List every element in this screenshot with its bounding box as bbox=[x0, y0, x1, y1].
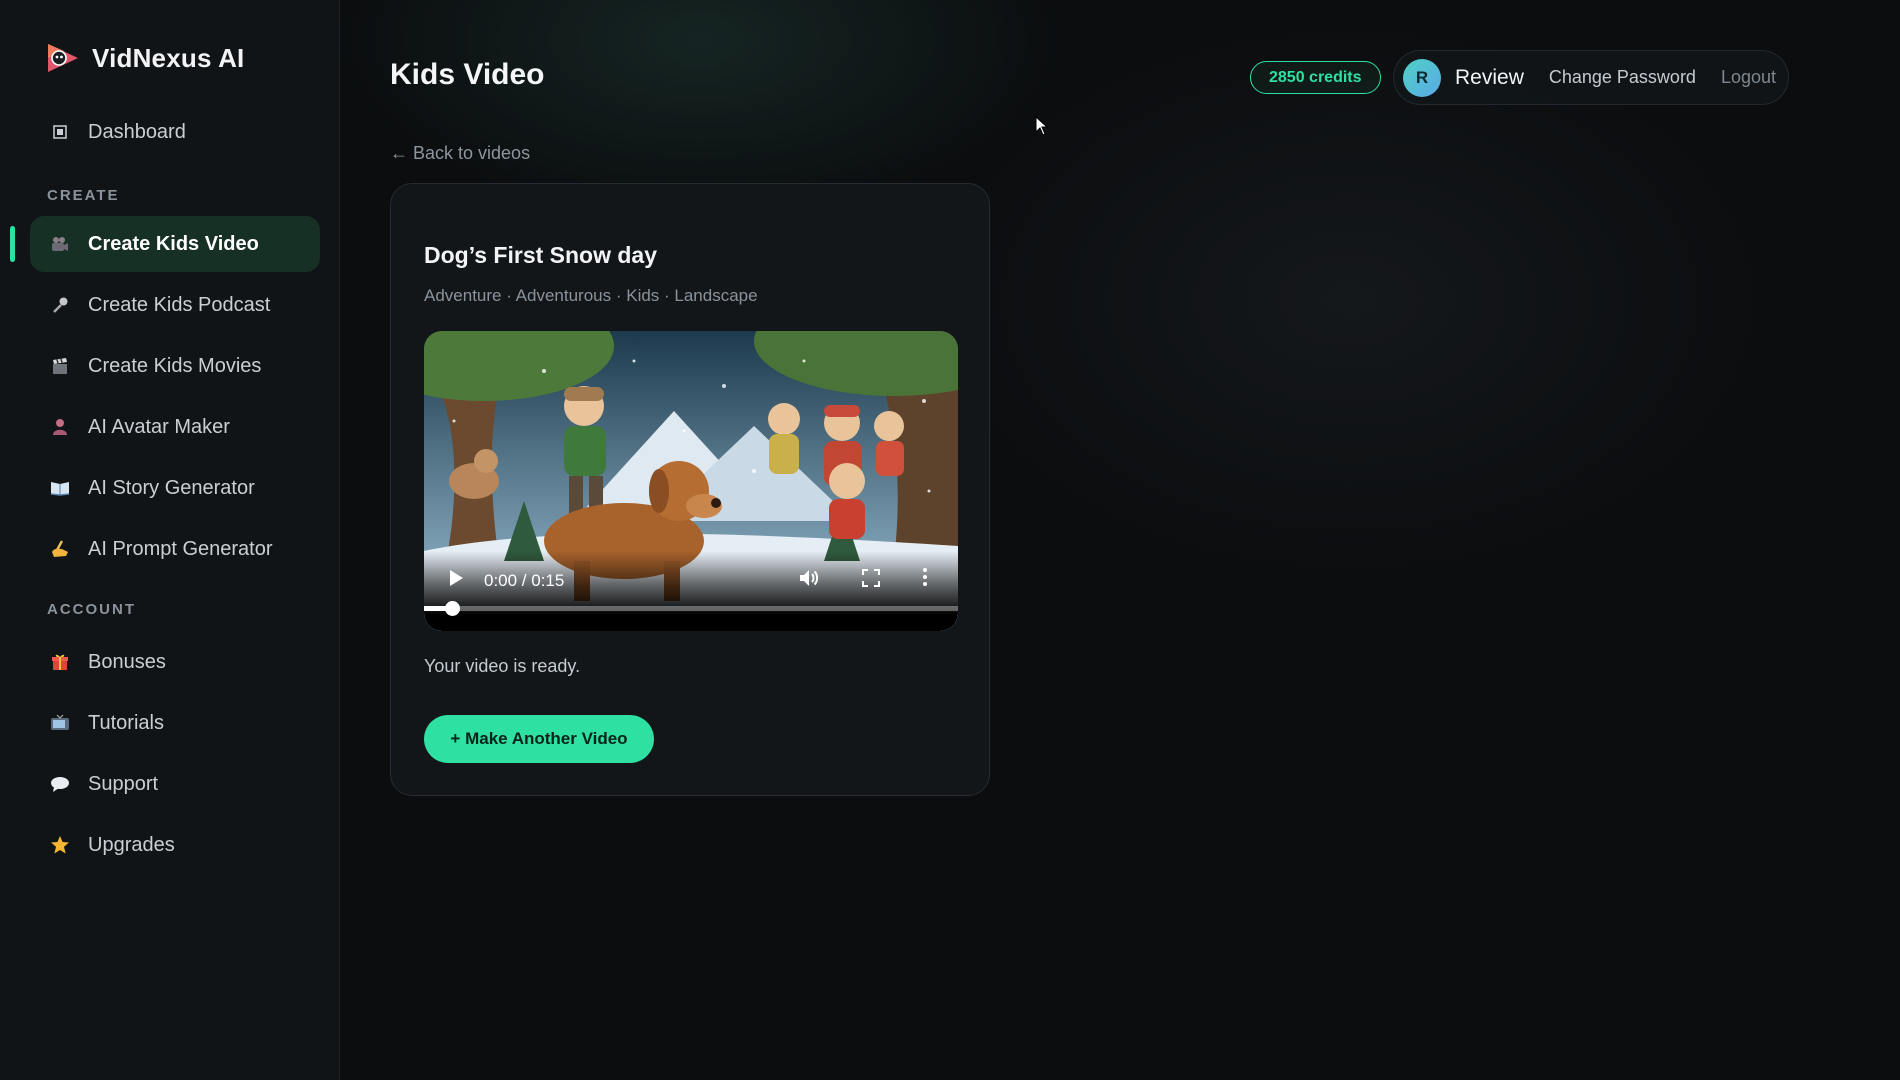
tv-icon bbox=[50, 713, 70, 733]
sidebar-item-create-kids-movies[interactable]: Create Kids Movies bbox=[30, 338, 320, 394]
sidebar-item-create-kids-video[interactable]: Create Kids Video bbox=[30, 216, 320, 272]
change-password-link[interactable]: Change Password bbox=[1549, 67, 1696, 88]
star-icon bbox=[50, 835, 70, 855]
sidebar-item-tutorials[interactable]: Tutorials bbox=[30, 695, 320, 751]
volume-icon[interactable] bbox=[798, 567, 820, 594]
sidebar-item-label: AI Avatar Maker bbox=[88, 415, 230, 438]
sidebar-item-create-kids-podcast[interactable]: Create Kids Podcast bbox=[30, 277, 320, 333]
user-menu: R Review Change Password Logout bbox=[1393, 50, 1789, 105]
person-icon bbox=[50, 417, 70, 437]
video-title: Dog’s First Snow day bbox=[424, 242, 658, 268]
clapper-icon bbox=[50, 356, 70, 376]
sidebar-item-ai-prompt-generator[interactable]: AI Prompt Generator bbox=[30, 521, 320, 577]
logo-icon bbox=[44, 40, 80, 76]
book-icon bbox=[50, 478, 70, 498]
sidebar-item-label: Create Kids Movies bbox=[88, 354, 262, 377]
back-to-videos-link[interactable]: ← Back to videos bbox=[390, 143, 530, 164]
brand-name: VidNexus AI bbox=[92, 42, 245, 73]
video-status: Your video is ready. bbox=[424, 656, 581, 676]
sidebar-item-label: Dashboard bbox=[88, 120, 186, 143]
sidebar-item-support[interactable]: Support bbox=[30, 756, 320, 812]
sidebar-item-upgrades[interactable]: Upgrades bbox=[30, 817, 320, 873]
sidebar-item-label: Bonuses bbox=[88, 650, 166, 673]
more-options-icon[interactable] bbox=[922, 567, 928, 592]
microphone-icon bbox=[50, 295, 70, 315]
sidebar: VidNexus AI Dashboard CREATE Create Kids… bbox=[0, 0, 340, 1080]
sidebar-item-label: AI Prompt Generator bbox=[88, 537, 273, 560]
progress-handle[interactable] bbox=[445, 601, 460, 616]
video-tags: Adventure · Adventurous · Kids · Landsca… bbox=[424, 286, 758, 305]
sidebar-item-label: AI Story Generator bbox=[88, 476, 255, 499]
sidebar-item-label: Upgrades bbox=[88, 833, 175, 856]
video-time: 0:00 / 0:15 bbox=[484, 571, 565, 590]
sidebar-item-label: Tutorials bbox=[88, 711, 164, 734]
play-icon[interactable] bbox=[448, 569, 464, 592]
gift-icon bbox=[50, 652, 70, 672]
section-label-create: CREATE bbox=[47, 187, 120, 204]
sidebar-item-label: Create Kids Podcast bbox=[88, 293, 271, 316]
speech-bubble-icon bbox=[50, 774, 70, 794]
brand[interactable]: VidNexus AI bbox=[44, 40, 244, 76]
sidebar-item-label: Create Kids Video bbox=[88, 232, 259, 255]
sidebar-item-dashboard[interactable]: Dashboard bbox=[30, 104, 320, 160]
section-label-account: ACCOUNT bbox=[47, 601, 136, 618]
progress-bar[interactable] bbox=[424, 606, 958, 611]
credits-badge: 2850 credits bbox=[1250, 61, 1381, 94]
writing-hand-icon bbox=[50, 539, 70, 559]
sidebar-item-ai-avatar-maker[interactable]: AI Avatar Maker bbox=[30, 399, 320, 455]
logout-link[interactable]: Logout bbox=[1721, 67, 1776, 88]
user-name[interactable]: Review bbox=[1455, 66, 1524, 90]
sidebar-item-ai-story-generator[interactable]: AI Story Generator bbox=[30, 460, 320, 516]
avatar[interactable]: R bbox=[1403, 58, 1441, 97]
video-card: Dog’s First Snow day Adventure · Adventu… bbox=[390, 183, 990, 796]
sidebar-item-label: Support bbox=[88, 772, 159, 795]
make-another-video-button[interactable]: + Make Another Video bbox=[424, 715, 654, 763]
dashboard-icon bbox=[50, 122, 70, 142]
page-title: Kids Video bbox=[390, 58, 545, 91]
video-controls: 0:00 / 0:15 bbox=[424, 551, 958, 631]
sidebar-item-bonuses[interactable]: Bonuses bbox=[30, 634, 320, 690]
camera-icon bbox=[50, 234, 70, 254]
video-player[interactable]: 0:00 / 0:15 bbox=[424, 331, 958, 631]
active-indicator bbox=[10, 226, 15, 262]
fullscreen-icon[interactable] bbox=[862, 569, 880, 592]
mouse-cursor-icon bbox=[1035, 115, 1049, 141]
